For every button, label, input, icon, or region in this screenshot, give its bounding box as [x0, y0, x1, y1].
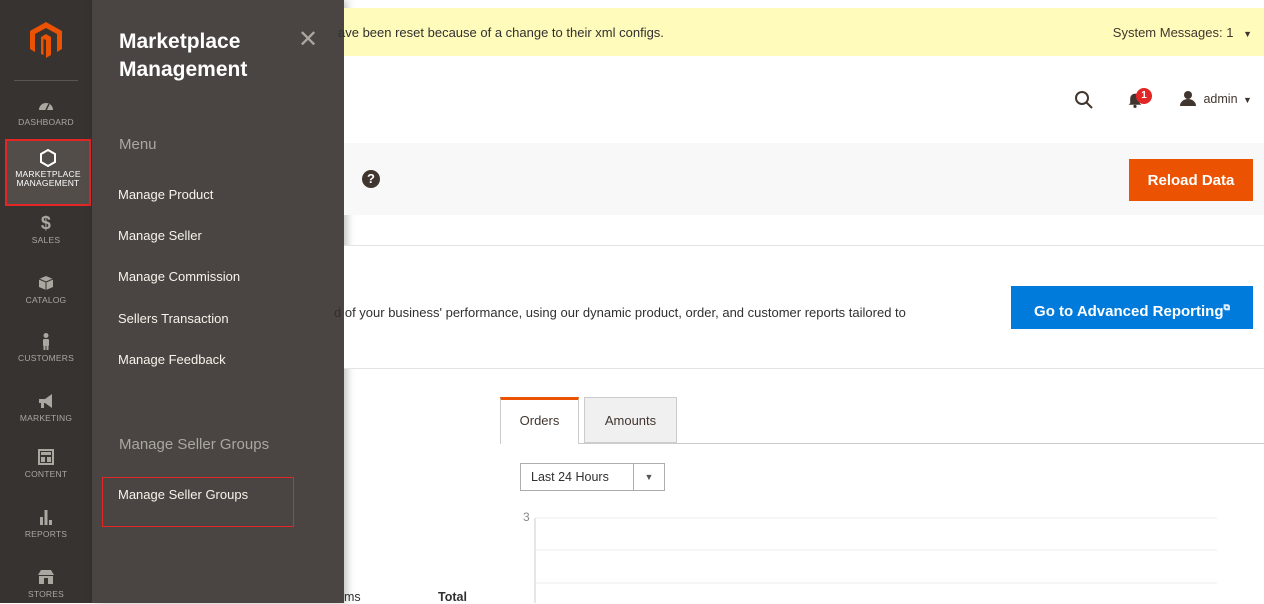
- system-messages-toggle[interactable]: System Messages: 1 ▼: [1113, 25, 1252, 40]
- nav-label: DASHBOARD: [18, 117, 74, 127]
- user-name: admin: [1203, 92, 1238, 106]
- nav-item-stores[interactable]: STORES: [0, 568, 92, 599]
- close-icon[interactable]: ✕: [298, 28, 318, 52]
- flyout-link-manage-commission[interactable]: Manage Commission: [118, 269, 240, 284]
- nav-label: REPORTS: [24, 529, 68, 539]
- period-select[interactable]: Last 24 Hours ▼: [520, 463, 665, 491]
- external-link-icon: ⧉: [1223, 302, 1230, 312]
- help-icon[interactable]: ?: [362, 170, 380, 188]
- advanced-reporting-section: d of your business' performance, using o…: [334, 245, 1264, 369]
- user-menu[interactable]: admin ▼: [1180, 90, 1252, 106]
- tab-amounts[interactable]: Amounts: [584, 397, 677, 443]
- magento-logo-icon[interactable]: [30, 22, 62, 58]
- notifications[interactable]: 1: [1127, 88, 1157, 112]
- table-header-items: ms: [344, 590, 361, 604]
- flyout-section-seller-groups: Manage Seller Groups: [119, 436, 270, 453]
- y-tick-top: 3: [523, 510, 530, 524]
- megaphone-icon: [39, 394, 52, 408]
- highlight-box: [102, 477, 294, 527]
- flyout-link-sellers-transaction[interactable]: Sellers Transaction: [118, 311, 229, 326]
- nav-item-marketing[interactable]: MARKETING: [0, 392, 92, 423]
- page-actions-bar: ? Reload Data: [344, 143, 1264, 215]
- bar-chart-icon: [40, 510, 52, 525]
- nav-label: MARKETPLACE MANAGEMENT: [15, 169, 81, 188]
- box-icon: [38, 276, 54, 290]
- caret-down-icon: ▼: [1243, 29, 1252, 39]
- store-icon: [38, 570, 54, 584]
- system-message-text: ave been reset because of a change to th…: [338, 25, 664, 40]
- hexagon-icon: [40, 149, 56, 167]
- reporting-description: d of your business' performance, using o…: [334, 305, 906, 320]
- chevron-down-icon: ▼: [633, 464, 664, 490]
- flyout-link-manage-feedback[interactable]: Manage Feedback: [118, 352, 226, 367]
- dollar-icon: $: [40, 213, 52, 233]
- nav-label: SALES: [31, 235, 61, 245]
- advanced-reporting-button[interactable]: Go to Advanced Reporting⧉: [1011, 286, 1253, 329]
- admin-sidebar: DASHBOARD MARKETPLACE MANAGEMENT $ SALES…: [0, 0, 92, 603]
- tab-orders[interactable]: Orders: [500, 397, 579, 444]
- nav-item-catalog[interactable]: CATALOG: [0, 274, 92, 305]
- nav-item-reports[interactable]: REPORTS: [0, 508, 92, 539]
- nav-label: STORES: [28, 589, 64, 599]
- person-icon: [43, 333, 49, 350]
- nav-item-marketplace-management[interactable]: MARKETPLACE MANAGEMENT: [5, 139, 91, 206]
- flyout-section-menu: Menu: [119, 136, 157, 153]
- flyout-link-manage-seller[interactable]: Manage Seller: [118, 228, 202, 243]
- search-icon[interactable]: [1074, 90, 1094, 110]
- system-message-bar: ave been reset because of a change to th…: [338, 8, 1264, 56]
- dashboard-tabs: Orders Amounts: [500, 397, 1264, 444]
- user-icon: [1180, 91, 1196, 106]
- logo-divider: [14, 80, 78, 81]
- nav-item-sales[interactable]: $ SALES: [0, 214, 92, 245]
- nav-label: CUSTOMERS: [18, 353, 74, 363]
- nav-label: CATALOG: [25, 295, 67, 305]
- flyout-link-manage-product[interactable]: Manage Product: [118, 187, 213, 202]
- page-header: 1 admin ▼: [344, 56, 1264, 143]
- caret-down-icon: ▼: [1243, 95, 1252, 105]
- nav-label: CONTENT: [24, 469, 68, 479]
- system-messages-label: System Messages: 1: [1112, 25, 1234, 40]
- nav-item-dashboard[interactable]: DASHBOARD: [0, 96, 92, 127]
- table-header-total: Total: [438, 590, 467, 604]
- dashboard-icon: [39, 103, 53, 111]
- reload-data-button[interactable]: Reload Data: [1129, 159, 1253, 201]
- nav-item-content[interactable]: CONTENT: [0, 448, 92, 479]
- marketplace-flyout-panel: Marketplace Management ✕ Menu Manage Pro…: [92, 0, 344, 603]
- nav-label: MARKETING: [19, 413, 73, 423]
- period-select-value: Last 24 Hours: [531, 470, 609, 484]
- orders-chart: 3: [523, 510, 1217, 603]
- layout-icon: [38, 449, 54, 465]
- flyout-title: Marketplace Management: [119, 30, 248, 81]
- advanced-reporting-label: Go to Advanced Reporting: [1034, 303, 1224, 320]
- notification-badge: 1: [1136, 88, 1152, 104]
- nav-item-customers[interactable]: CUSTOMERS: [0, 332, 92, 363]
- flyout-link-manage-seller-groups[interactable]: Manage Seller Groups: [118, 487, 248, 502]
